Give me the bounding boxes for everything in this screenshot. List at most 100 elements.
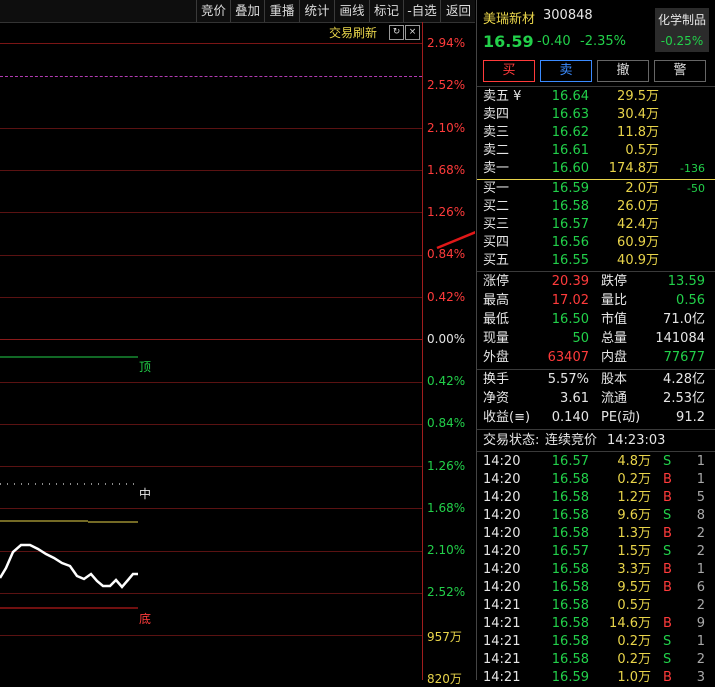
tick-row[interactable]: 14:21 16.58 0.5万 2 [477,597,715,615]
bottom-mark-label: 底 [139,612,152,626]
bid-row[interactable]: 买一 16.59 2.0万 -50 [477,180,715,198]
tick-count: 8 [696,508,705,523]
vol-ratio-value: 0.56 [676,293,705,308]
trade-status-value: 连续竞价 [545,433,598,448]
vol-ratio-label: 量比 [601,293,628,308]
tick-row[interactable]: 14:20 16.57 4.8万 S 1 [477,453,715,471]
shares-label: 股本 [601,372,628,387]
intraday-chart[interactable]: 竞价 叠加 重播 统计 画线 标记 -自选 返回 交易刷新 ↻ × 2.94% … [0,0,475,686]
tick-side: B [663,490,672,505]
cur-vol-label: 现量 [483,331,510,346]
alert-button[interactable]: 警 [654,60,706,82]
tick-side: S [663,508,672,523]
ask-volume: 11.8万 [617,125,659,140]
tick-row[interactable]: 14:20 16.58 1.2万 B 5 [477,489,715,507]
tick-count: 2 [696,526,705,541]
stock-code: 300848 [543,8,593,23]
cancel-order-button[interactable]: 撤 [597,60,649,82]
inner-value: 77677 [663,350,705,365]
ask-row[interactable]: 卖三 16.62 11.8万 [477,124,715,142]
trade-status-time: 14:23:03 [607,433,666,448]
price-change-pct: -2.35% [580,34,626,49]
tick-price: 16.59 [551,670,589,685]
mktcap-label: 市值 [601,312,628,327]
ask-row[interactable]: 卖一 16.60 174.8万 -136 [477,160,715,178]
tick-row[interactable]: 14:21 16.58 0.2万 S 2 [477,651,715,669]
tick-volume: 14.6万 [609,616,651,631]
bid-price: 16.59 [551,181,589,196]
turnover-value: 5.57% [547,372,589,387]
tick-count: 9 [696,616,705,631]
sector-change: -0.25% [660,34,704,48]
tick-row[interactable]: 14:20 16.58 9.6万 S 8 [477,507,715,525]
tick-row[interactable]: 14:21 16.58 14.6万 B 9 [477,615,715,633]
bid-volume: 26.0万 [617,199,659,214]
tick-volume: 0.2万 [617,472,651,487]
ask-price: 16.61 [551,143,589,158]
ask-volume: 174.8万 [608,161,659,176]
tick-price: 16.58 [551,616,589,631]
pe-value: 91.2 [676,410,705,425]
tick-count: 1 [696,634,705,649]
tick-count: 6 [696,580,705,595]
limit-down-label: 跌停 [601,274,628,289]
top-mark-label: 顶 [139,360,152,374]
bid-row[interactable]: 买二 16.58 26.0万 [477,198,715,216]
tick-price: 16.58 [551,508,589,523]
current-price: 16.59 [483,32,534,51]
tick-row[interactable]: 14:20 16.58 0.2万 B 1 [477,471,715,489]
divider [477,451,715,452]
divider [477,369,715,370]
bid-row[interactable]: 买四 16.56 60.9万 [477,234,715,252]
annotation-arrow-line [436,231,475,250]
tick-time: 14:20 [483,454,521,469]
sell-button[interactable]: 卖 [540,60,592,82]
ask-row[interactable]: 卖四 16.63 30.4万 [477,106,715,124]
tick-time: 14:21 [483,616,521,631]
tick-row[interactable]: 14:20 16.58 9.5万 B 6 [477,579,715,597]
bid-row[interactable]: 买五 16.55 40.9万 [477,252,715,270]
tick-time: 14:20 [483,526,521,541]
tick-price: 16.58 [551,652,589,667]
bid-volume: 2.0万 [625,181,659,196]
tick-row[interactable]: 14:20 16.57 1.5万 S 2 [477,543,715,561]
tick-count: 2 [696,598,705,613]
tick-row[interactable]: 14:20 16.58 1.3万 B 2 [477,525,715,543]
buy-button[interactable]: 买 [483,60,535,82]
tick-price: 16.57 [551,544,589,559]
turnover-label: 换手 [483,372,510,387]
tick-price: 16.58 [551,580,589,595]
high-value: 17.02 [551,293,589,308]
middle-mark-label: 中 [139,487,152,501]
tick-row[interactable]: 14:21 16.58 0.2万 S 1 [477,633,715,651]
bid-volume: 60.9万 [617,235,659,250]
tick-price: 16.57 [551,454,589,469]
ask-row[interactable]: 卖二 16.61 0.5万 [477,142,715,160]
tick-side: S [663,634,672,649]
eps-label: 收益(≡) [483,410,531,425]
bid-row[interactable]: 买三 16.57 42.4万 [477,216,715,234]
tick-side: B [663,670,672,685]
bid-price: 16.55 [551,253,589,268]
tick-row[interactable]: 14:21 16.59 1.0万 B 3 [477,669,715,687]
tick-time: 14:21 [483,670,521,685]
tick-count: 1 [696,454,705,469]
tick-time: 14:20 [483,490,521,505]
bid-volume: 40.9万 [617,253,659,268]
bid-volume: 42.4万 [617,217,659,232]
stock-name[interactable]: 美瑞新材 [483,8,535,27]
bid-price: 16.57 [551,217,589,232]
ask-row[interactable]: 卖五 ¥ 16.64 29.5万 [477,88,715,106]
outer-value: 63407 [547,350,589,365]
ask-label: 卖四 [483,107,510,122]
bid-label: 买四 [483,235,510,250]
tick-row[interactable]: 14:20 16.58 3.3万 B 1 [477,561,715,579]
outer-label: 外盘 [483,350,510,365]
high-label: 最高 [483,293,510,308]
ask-label: 卖三 [483,125,510,140]
price-line [0,543,138,589]
mktcap-value: 71.0亿 [663,312,705,327]
sector-badge[interactable]: 化学制品 -0.25% [655,8,709,52]
total-vol-label: 总量 [601,331,628,346]
trade-status-label: 交易状态: [483,433,540,448]
